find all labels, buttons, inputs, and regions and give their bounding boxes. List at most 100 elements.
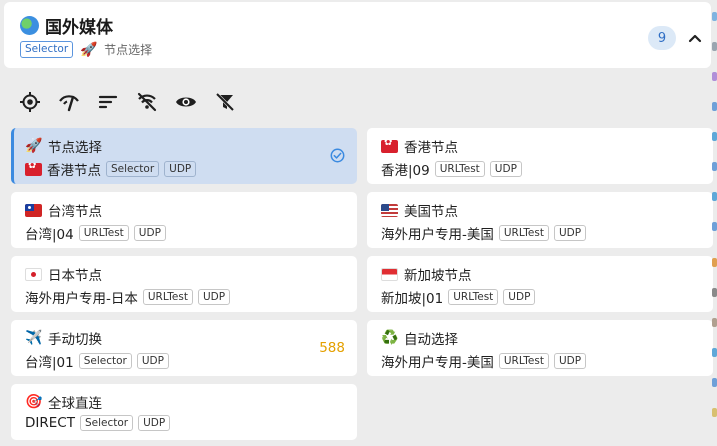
node-card[interactable]: 🎯 全球直连 DIRECT Selector UDP [11, 384, 357, 440]
node-delay[interactable]: 588 [319, 340, 345, 356]
node-sub-row: 台湾|04 URLTest UDP [25, 223, 166, 243]
node-type-tag: URLTest [498, 225, 549, 241]
node-current: 台湾|04 [25, 227, 74, 243]
node-name: 全球直连 [48, 396, 102, 412]
node-count-badge: 9 [648, 26, 676, 50]
us-flag-icon [381, 203, 398, 217]
node-sub-row: 香港|09 URLTest UDP [381, 159, 522, 179]
node-name-row: 日本节点 [25, 264, 102, 284]
node-card[interactable]: 台湾节点 台湾|04 URLTest UDP [11, 192, 357, 248]
node-name: 日本节点 [48, 268, 102, 284]
speed-test-button[interactable] [57, 90, 81, 114]
node-udp-tag: UDP [503, 289, 536, 305]
clipped-neighbor-strip [711, 0, 717, 446]
recycle-icon: ♻️ [381, 330, 399, 346]
rocket-icon: 🚀 [80, 41, 98, 58]
node-name: 香港节点 [404, 140, 458, 156]
rocket-icon: 🚀 [25, 138, 43, 154]
node-name: 自动选择 [404, 332, 458, 348]
singapore-flag-icon [381, 267, 398, 281]
node-card[interactable]: 美国节点 海外用户专用-美国 URLTest UDP [367, 192, 713, 248]
node-type-tag: Selector [79, 415, 134, 431]
node-card[interactable]: 香港节点 香港|09 URLTest UDP [367, 128, 713, 184]
node-name: 台湾节点 [48, 204, 102, 220]
check-circle-icon [330, 148, 345, 167]
clear-filter-button[interactable] [213, 90, 237, 114]
hide-unavailable-button[interactable] [135, 90, 159, 114]
node-current: 海外用户专用-日本 [25, 291, 138, 307]
node-name-row: ✈️ 手动切换 [25, 328, 102, 348]
node-type-tag: URLTest [498, 353, 549, 369]
node-sub-row: 台湾|01 Selector UDP [25, 351, 169, 371]
visibility-icon [176, 97, 196, 107]
node-current: 新加坡|01 [381, 291, 444, 307]
node-udp-tag: UDP [197, 289, 231, 305]
node-name-row: ♻️ 自动选择 [381, 328, 458, 348]
node-sub-row: 新加坡|01 URLTest UDP [381, 287, 536, 307]
node-name-row: 新加坡节点 [381, 264, 472, 284]
node-current: 海外用户专用-美国 [381, 355, 494, 371]
hong-kong-flag-icon [25, 162, 42, 176]
node-name-row: 美国节点 [381, 200, 458, 220]
node-udp-tag: UDP [133, 225, 166, 241]
filter-off-icon [137, 92, 157, 112]
node-udp-tag: UDP [553, 225, 587, 241]
node-sub-row: 香港节点 Selector UDP [25, 159, 197, 179]
locate-icon [20, 92, 40, 112]
node-card[interactable]: 日本节点 海外用户专用-日本 URLTest UDP [11, 256, 357, 312]
node-sub-row: DIRECT Selector UDP [25, 415, 171, 431]
node-sub-row: 海外用户专用-美国 URLTest UDP [381, 351, 587, 371]
node-current: 台湾|01 [25, 355, 74, 371]
node-udp-tag: UDP [489, 161, 522, 177]
node-name: 手动切换 [48, 332, 102, 348]
airplane-icon: ✈️ [25, 330, 43, 346]
node-card[interactable]: 新加坡节点 新加坡|01 URLTest UDP [367, 256, 713, 312]
sort-icon [98, 95, 118, 109]
node-type-tag: URLTest [142, 289, 193, 305]
group-subtitle-row: Selector 🚀 节点选择 [20, 41, 152, 58]
japan-flag-icon [25, 267, 42, 281]
node-name-row: 🎯 全球直连 [25, 392, 102, 412]
node-type-tag: Selector [106, 161, 160, 177]
visibility-button[interactable] [174, 90, 198, 114]
locate-button[interactable] [18, 90, 42, 114]
node-current: 香港|09 [381, 163, 430, 179]
node-type-tag: URLTest [78, 225, 129, 241]
group-type-tag: Selector [20, 41, 74, 58]
target-icon: 🎯 [25, 394, 43, 410]
node-card[interactable]: ✈️ 手动切换 台湾|01 Selector UDP 588 [11, 320, 357, 376]
node-current: 海外用户专用-美国 [381, 227, 494, 243]
node-type-tag: Selector [78, 353, 132, 369]
node-current: 香港节点 [47, 163, 101, 179]
node-sub-row: 海外用户专用-美国 URLTest UDP [381, 223, 587, 243]
hong-kong-flag-icon [381, 139, 398, 153]
node-name: 美国节点 [404, 204, 458, 220]
node-udp-tag: UDP [164, 161, 197, 177]
node-name-row: 🚀 节点选择 [25, 136, 102, 156]
group-toolbar [18, 90, 237, 114]
proxy-group-header[interactable]: 国外媒体 Selector 🚀 节点选择 9 [4, 2, 711, 68]
node-udp-tag: UDP [553, 353, 587, 369]
node-current: DIRECT [25, 415, 75, 431]
group-title-row: 国外媒体 [20, 13, 113, 38]
filter-clear-icon [215, 92, 235, 112]
node-name-row: 台湾节点 [25, 200, 102, 220]
node-name: 新加坡节点 [404, 268, 472, 284]
group-current-node: 节点选择 [104, 43, 153, 57]
node-card[interactable]: 🚀 节点选择 香港节点 Selector UDP [11, 128, 357, 184]
node-type-tag: URLTest [434, 161, 485, 177]
node-udp-tag: UDP [136, 353, 169, 369]
node-name-row: 香港节点 [381, 136, 458, 156]
sort-button[interactable] [96, 90, 120, 114]
taiwan-flag-icon [25, 203, 42, 217]
speed-test-icon [59, 95, 79, 112]
node-udp-tag: UDP [138, 415, 171, 431]
node-sub-row: 海外用户专用-日本 URLTest UDP [25, 287, 231, 307]
node-card[interactable]: ♻️ 自动选择 海外用户专用-美国 URLTest UDP [367, 320, 713, 376]
group-title: 国外媒体 [45, 18, 113, 38]
node-type-tag: URLTest [448, 289, 499, 305]
globe-icon [20, 16, 39, 35]
node-name: 节点选择 [48, 140, 102, 156]
chevron-up-icon [688, 34, 702, 43]
collapse-button[interactable] [684, 26, 706, 50]
